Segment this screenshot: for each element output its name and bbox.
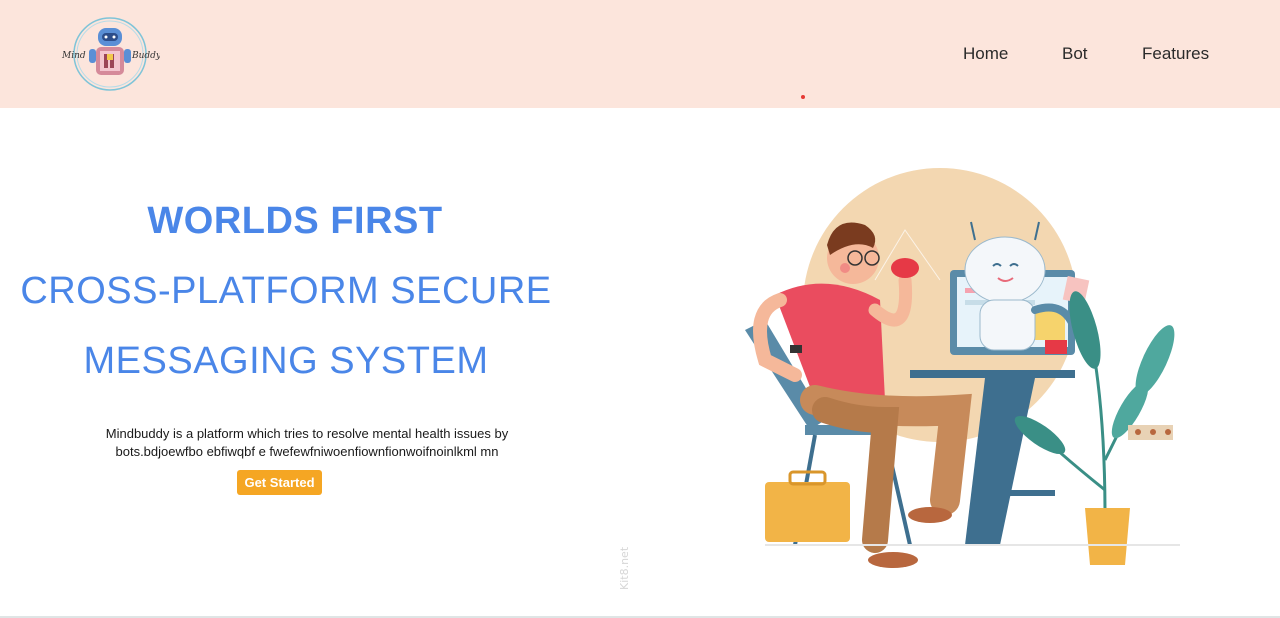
hero-title-line1: WORLDS FIRST bbox=[147, 200, 443, 242]
nav-links: Home Bot Features bbox=[0, 44, 1280, 68]
nav-indicator-dot bbox=[801, 95, 805, 99]
navbar: Mind Buddy Home Bot Features bbox=[0, 0, 1280, 108]
get-started-button[interactable]: Get Started bbox=[237, 470, 322, 495]
hero-title-line3: MESSAGING SYSTEM bbox=[83, 340, 489, 382]
hero-title-line2: CROSS-PLATFORM SECURE bbox=[20, 270, 552, 312]
nav-features-link[interactable]: Features bbox=[1142, 44, 1209, 64]
hero-description: Mindbuddy is a platform which tries to r… bbox=[80, 425, 534, 461]
person-and-robot-illustration-icon bbox=[745, 168, 1180, 568]
illustration-watermark: Kit8.net bbox=[618, 546, 631, 590]
nav-home-link[interactable]: Home bbox=[963, 44, 1008, 64]
hero-description-line2: bots.bdjoewfbo ebfiwqbf e fwefewfniwoenf… bbox=[115, 444, 499, 459]
hero-illustration bbox=[735, 160, 1180, 580]
hero-description-line1: Mindbuddy is a platform which tries to r… bbox=[105, 426, 509, 441]
nav-bot-link[interactable]: Bot bbox=[1062, 44, 1088, 64]
